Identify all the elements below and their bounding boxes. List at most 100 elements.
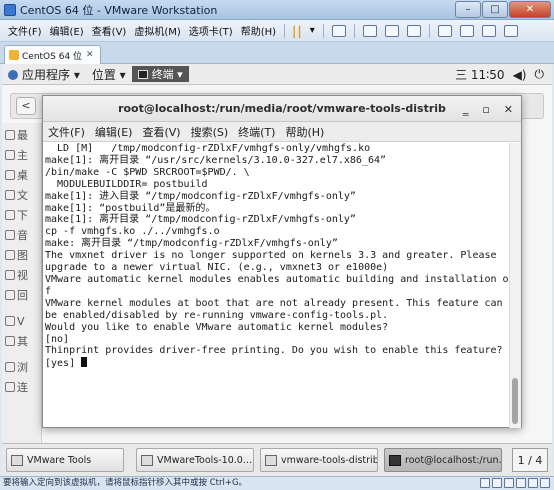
toolbar-separator (322, 23, 324, 38)
network-adapter-icon[interactable] (504, 478, 514, 488)
places-menu[interactable]: 位置 ▾ (86, 66, 132, 83)
terminal-menubar: 文件(F) 编辑(E) 查看(V) 搜索(S) 终端(T) 帮助(H) (43, 122, 521, 142)
menu-help[interactable]: 帮助(H) (237, 23, 280, 38)
pause-icon[interactable]: || (292, 24, 303, 38)
sidebar-item-browse[interactable]: 浏 (5, 359, 41, 375)
hard-disk-icon[interactable] (480, 478, 490, 488)
terminal-menu-file[interactable]: 文件(F) (48, 124, 85, 140)
documents-icon (5, 190, 15, 200)
drive-icon (5, 336, 15, 346)
files-sidebar: 最 主 桌 文 下 音 图 视 回 V 其 浏 连 (2, 123, 42, 443)
workspace-switcher[interactable]: 1 / 4 (512, 448, 548, 472)
terminal-scrollbar[interactable] (509, 143, 521, 428)
fullscreen-icon[interactable] (503, 24, 518, 37)
sidebar-item-connect[interactable]: 连 (5, 379, 41, 395)
sidebar-item-trash[interactable]: 回 (5, 287, 41, 303)
maximize-button[interactable]: □ (482, 1, 508, 18)
power-dropdown-arrow[interactable]: ▾ (306, 25, 319, 36)
terminal-line: make[1]: 离开目录 “/tmp/modconfig-rZDlxF/vmh… (45, 214, 356, 226)
vmware-status-bar: 要将输入定向到该虚拟机，请将鼠标指针移入其中或按 Ctrl+G。 (0, 476, 554, 490)
sidebar-item-downloads[interactable]: 下 (5, 207, 41, 223)
terminal-app-menu[interactable]: 终端 ▾ (131, 66, 189, 82)
device-status-icons (478, 478, 550, 488)
pictures-icon (5, 250, 15, 260)
sidebar-item-other[interactable]: 其 (5, 333, 41, 349)
menu-file[interactable]: 文件(F) (4, 23, 46, 38)
terminal-menu-search[interactable]: 搜索(S) (191, 124, 229, 140)
sidebar-item-home[interactable]: 主 (5, 147, 41, 163)
terminal-menu-help[interactable]: 帮助(H) (285, 124, 324, 140)
vmware-title-bar: CentOS 64 位 - VMware Workstation – □ ✕ (0, 0, 554, 20)
folder-icon (11, 454, 23, 466)
terminal-line: be enabled/disabled by re-running vmware… (45, 309, 389, 321)
vm-tab-centos[interactable]: CentOS 64 位 ✕ (4, 45, 101, 64)
sidebar-item-music[interactable]: 音 (5, 227, 41, 243)
taskbar-item-vmwaretools-archive[interactable]: VMwareTools-10.0.… (136, 448, 254, 472)
videos-icon (5, 270, 15, 280)
usb-icon[interactable] (516, 478, 526, 488)
menu-tabs[interactable]: 选项卡(T) (185, 23, 237, 38)
clock[interactable]: 三 11∶50 (455, 66, 504, 83)
cd-drive-icon[interactable] (492, 478, 502, 488)
status-message: 要将输入定向到该虚拟机，请将鼠标指针移入其中或按 Ctrl+G。 (3, 478, 248, 488)
volume-icon[interactable]: ◀) (513, 68, 527, 82)
terminal-line: MODULEBUILDDIR= postbuild (45, 178, 208, 190)
display-icon[interactable] (540, 478, 550, 488)
sidebar-item-documents[interactable]: 文 (5, 187, 41, 203)
guest-display[interactable]: 应用程序 ▾ 位置 ▾ 终端 ▾ 三 11∶50 ◀) ⏻ < 最 主 桌 文 … (2, 64, 552, 443)
snapshot-manager-icon[interactable] (406, 24, 421, 37)
applications-menu[interactable]: 应用程序 ▾ (2, 66, 86, 83)
sidebar-toggle-icon[interactable] (437, 24, 452, 37)
quick-switch-icon[interactable] (481, 24, 496, 37)
sidebar-item-recent[interactable]: 最 (5, 127, 41, 143)
menu-view[interactable]: 查看(V) (88, 23, 131, 38)
terminal-output[interactable]: LD [M] /tmp/modconfig-rZDlxF/vmhgfs-only… (43, 143, 511, 428)
minimize-button[interactable]: – (455, 1, 481, 18)
network-icon (5, 362, 15, 372)
taskbar-item-vmware-tools[interactable]: VMware Tools (6, 448, 124, 472)
sidebar-item-desktop[interactable]: 桌 (5, 167, 41, 183)
toolbar-separator (353, 23, 355, 38)
terminal-window-controls: ‗ ▫ ✕ (449, 96, 513, 122)
guest-taskbar: VMware Tools VMwareTools-10.0.… vmware-t… (2, 443, 552, 476)
connect-server-icon (5, 382, 15, 392)
toolbar-separator (284, 23, 286, 38)
close-button[interactable]: ✕ (509, 1, 551, 18)
terminal-icon (389, 454, 401, 466)
revert-snapshot-icon[interactable] (384, 24, 399, 37)
scrollbar-thumb[interactable] (512, 378, 518, 424)
recent-icon (5, 130, 15, 140)
terminal-window[interactable]: root@localhost:/run/media/root/vmware-to… (42, 95, 522, 428)
terminal-close-button[interactable]: ✕ (504, 103, 513, 116)
terminal-line: f (45, 285, 52, 297)
terminal-menu-terminal[interactable]: 终端(T) (238, 124, 275, 140)
taskbar-item-terminal[interactable]: root@localhost:/run… (384, 448, 502, 472)
terminal-title-bar[interactable]: root@localhost:/run/media/root/vmware-to… (43, 96, 521, 122)
applications-icon (8, 69, 18, 80)
terminal-icon (137, 69, 148, 79)
terminal-menu-view[interactable]: 查看(V) (142, 124, 180, 140)
text-cursor (81, 357, 88, 368)
console-view-icon[interactable] (459, 24, 474, 37)
sound-icon[interactable] (528, 478, 538, 488)
menu-edit[interactable]: 编辑(E) (46, 23, 88, 38)
downloads-icon (5, 210, 15, 220)
back-button[interactable]: < (16, 97, 36, 115)
gnome-top-panel: 应用程序 ▾ 位置 ▾ 终端 ▾ 三 11∶50 ◀) ⏻ (2, 64, 552, 85)
taskbar-item-distrib-folder[interactable]: vmware-tools-distrib (260, 448, 378, 472)
sidebar-item-pictures[interactable]: 图 (5, 247, 41, 263)
sidebar-item-videos[interactable]: 视 (5, 267, 41, 283)
terminal-maximize-button[interactable]: ▫ (482, 103, 489, 116)
terminal-line: LD [M] /tmp/modconfig-rZDlxF/vmhgfs-only… (45, 143, 371, 154)
terminal-menu-edit[interactable]: 编辑(E) (95, 124, 133, 140)
power-icon[interactable]: ⏻ (535, 67, 545, 82)
snapshot-icon[interactable] (362, 24, 377, 37)
terminal-line: Thinprint provides driver-free printing.… (45, 345, 503, 357)
desktop-icon (5, 170, 15, 180)
send-ctrl-alt-del-icon[interactable] (331, 24, 346, 37)
terminal-prompt-line[interactable]: [yes] (45, 357, 509, 370)
terminal-minimize-button[interactable]: ‗ (463, 103, 469, 116)
sidebar-item-vmware[interactable]: V (5, 313, 41, 329)
vm-tab-close-icon[interactable]: ✕ (86, 50, 94, 60)
menu-vm[interactable]: 虚拟机(M) (130, 23, 184, 38)
